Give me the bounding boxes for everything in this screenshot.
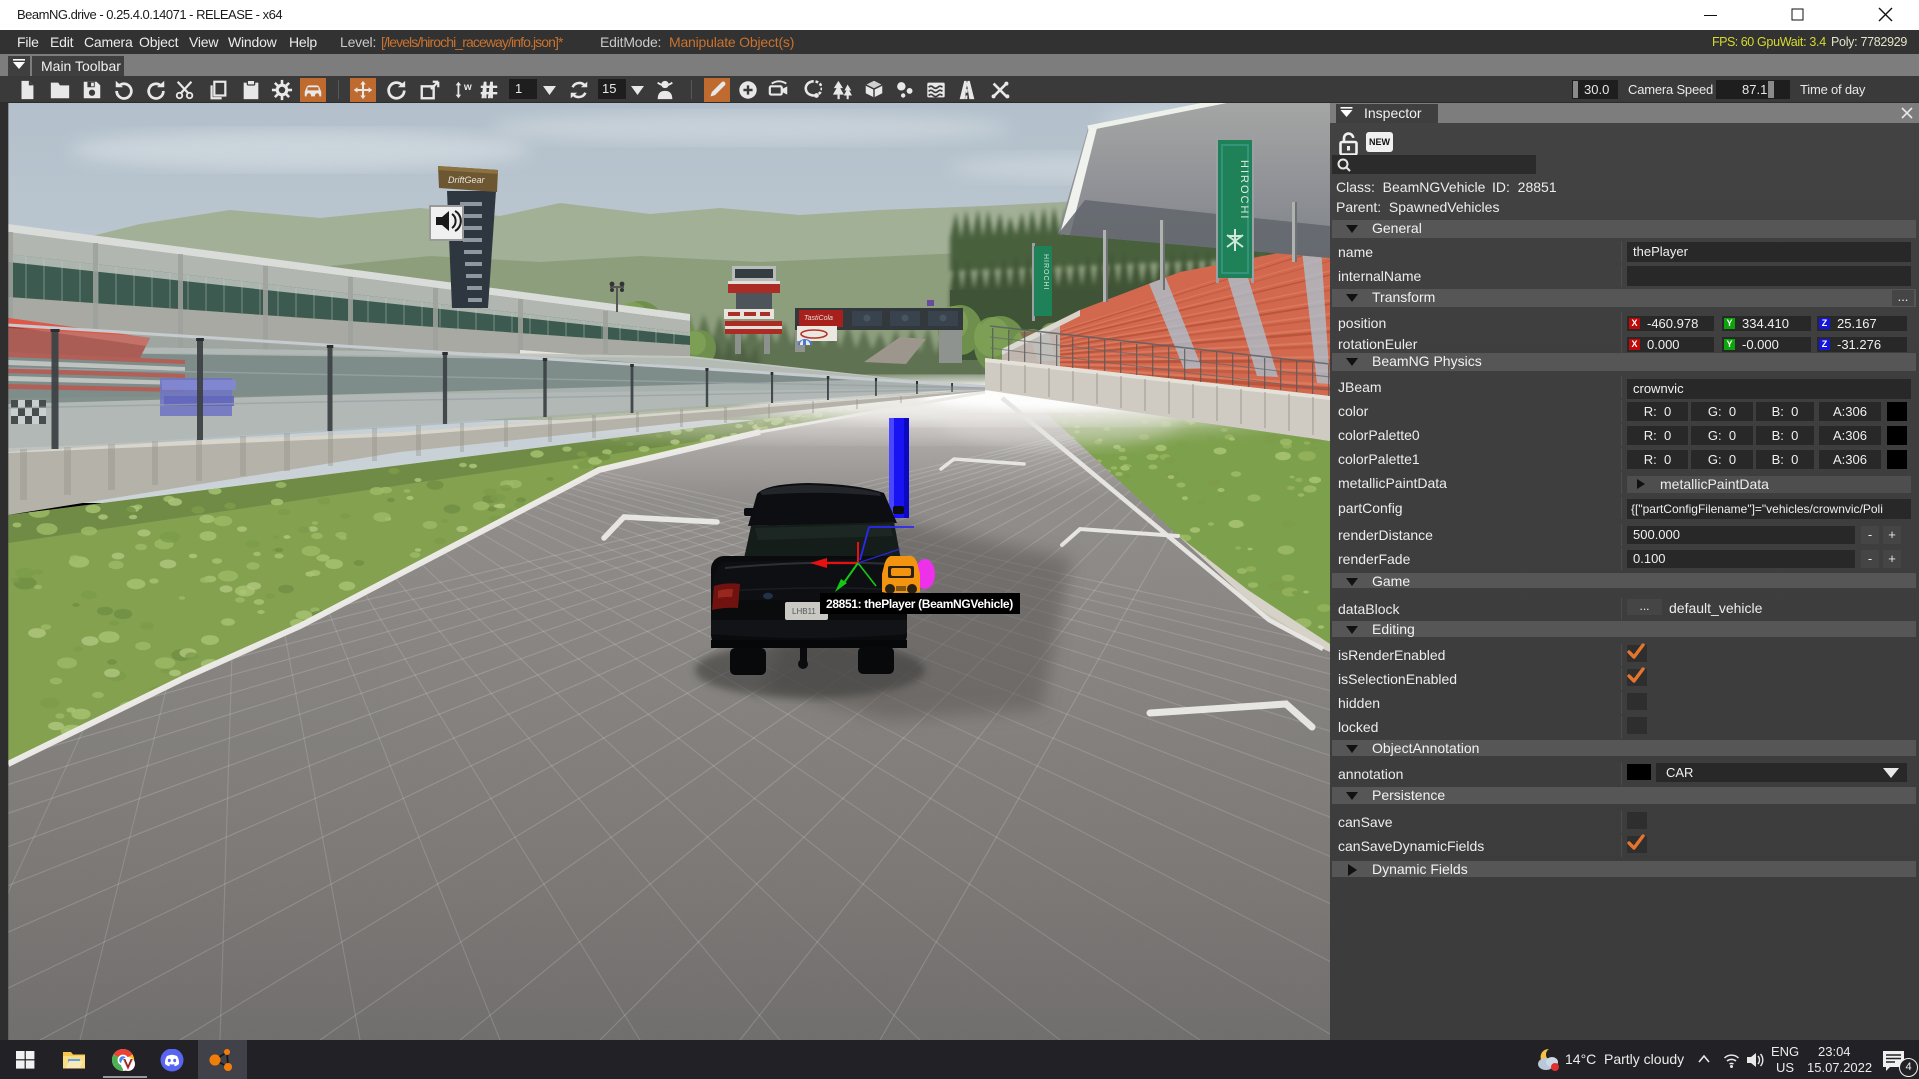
svg-text:DriftGear: DriftGear [448, 175, 486, 185]
svg-text:HIROCHI: HIROCHI [1238, 160, 1250, 220]
svg-text:28851: thePlayer (BeamNGVehicl: 28851: thePlayer (BeamNGVehicle) [826, 597, 1013, 611]
svg-text:TastiCola: TastiCola [804, 315, 833, 322]
svg-text:w: w [463, 82, 472, 93]
svg-text:HIROCHI: HIROCHI [1042, 254, 1049, 291]
svg-text:LHB11: LHB11 [792, 607, 816, 616]
